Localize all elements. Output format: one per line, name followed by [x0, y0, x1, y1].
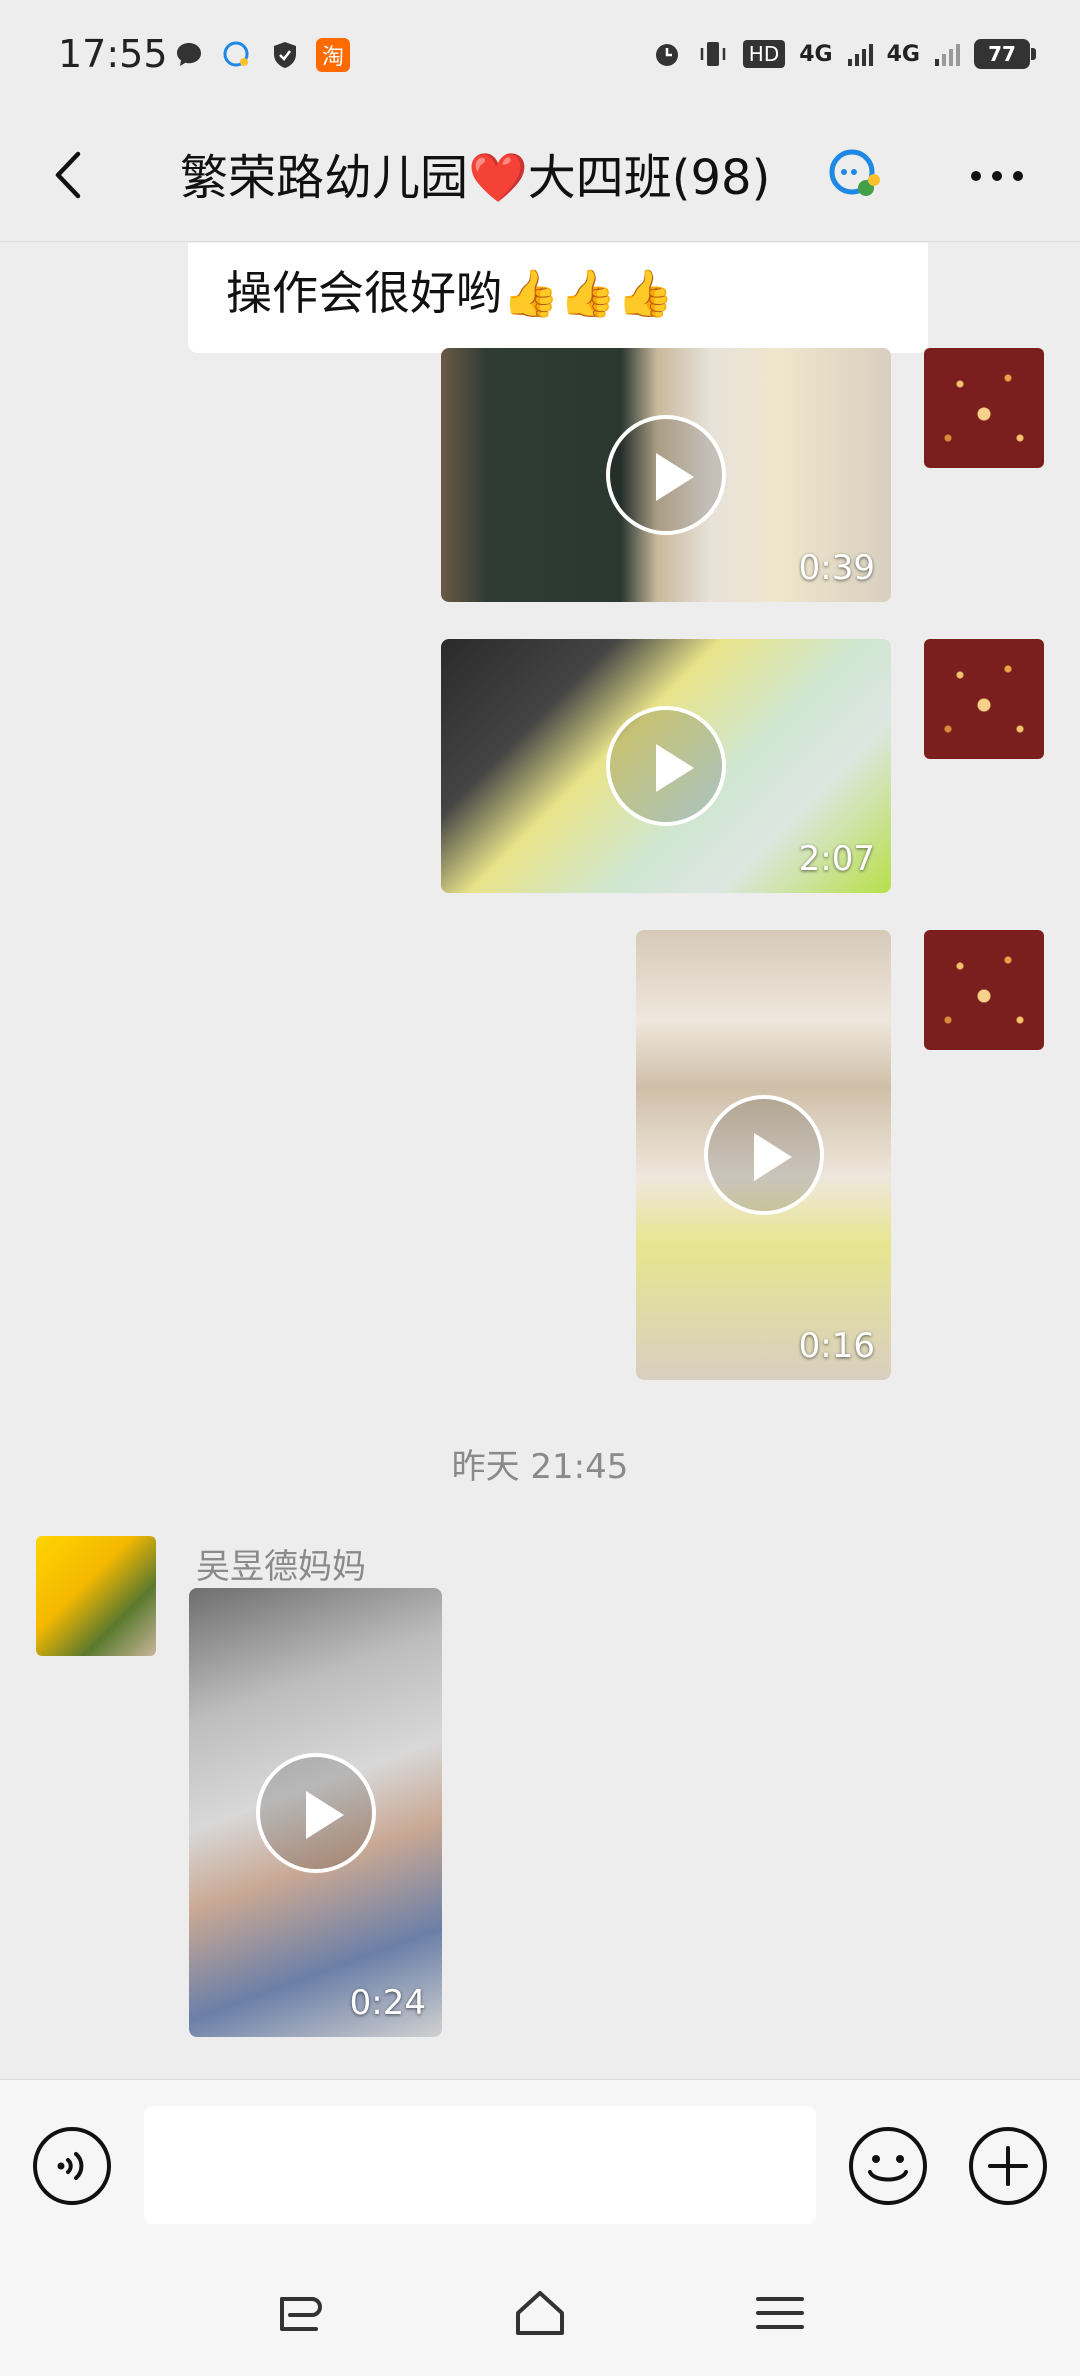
system-home-button[interactable] — [510, 2283, 570, 2343]
signal-icon-2 — [935, 44, 960, 66]
taobao-icon: 淘 — [316, 38, 350, 72]
voice-input-button[interactable] — [30, 2124, 114, 2208]
plus-icon — [969, 2127, 1047, 2205]
system-status-icons: HD 4G 4G 77 — [651, 38, 1036, 70]
message-list[interactable]: 操作会很好哟👍👍👍 0:39 2:07 0:16 昨天 21:45 吴昱德妈妈 … — [0, 243, 1080, 2079]
video-message[interactable]: 0:16 — [636, 930, 891, 1380]
alarm-icon — [655, 44, 678, 66]
text-message-bubble[interactable]: 操作会很好哟👍👍👍 — [188, 243, 928, 353]
avatar[interactable] — [924, 639, 1044, 759]
vibrate-icon — [700, 42, 726, 66]
signal-icon-1 — [847, 44, 873, 66]
hd-badge: HD — [742, 40, 786, 68]
video-message[interactable]: 0:24 — [189, 1588, 442, 2037]
emoji-button[interactable] — [846, 2124, 930, 2208]
video-duration: 0:39 — [798, 548, 875, 588]
back-button[interactable] — [36, 140, 106, 210]
play-icon — [703, 1095, 824, 1215]
more-options-button[interactable] — [962, 146, 1032, 206]
chat-title: 繁荣路幼儿园❤️大四班(98) — [180, 150, 771, 206]
more-dots-icon — [971, 171, 1023, 181]
video-message[interactable]: 0:39 — [441, 348, 891, 602]
video-message[interactable]: 2:07 — [441, 639, 891, 893]
chat-header: 繁荣路幼儿园❤️大四班(98) — [0, 110, 1080, 242]
video-duration: 0:24 — [349, 1983, 426, 2023]
group-chat-icon[interactable] — [822, 142, 886, 206]
network-4g-2: 4G — [886, 41, 920, 67]
play-icon — [606, 415, 726, 535]
video-duration: 0:16 — [798, 1326, 875, 1366]
status-bar: 17:55 淘 HD 4G 4G 77 — [0, 0, 1080, 110]
chat-bubble-icon — [172, 38, 206, 72]
play-icon — [255, 1752, 376, 1873]
message-text: 操作会很好哟👍👍👍 — [226, 266, 674, 320]
input-bar — [0, 2079, 1080, 2251]
notification-icons: 淘 — [172, 38, 350, 72]
network-4g-1: 4G — [799, 41, 833, 67]
video-duration: 2:07 — [798, 839, 875, 879]
play-icon — [606, 706, 726, 826]
system-back-button[interactable] — [270, 2283, 330, 2343]
timestamp-divider: 昨天 21:45 — [451, 1447, 629, 1487]
message-input[interactable] — [144, 2106, 816, 2224]
chevron-left-icon — [55, 151, 81, 199]
shield-icon — [268, 38, 302, 72]
back-arrow-icon — [280, 2297, 322, 2331]
voice-icon — [33, 2127, 111, 2205]
avatar[interactable] — [36, 1536, 156, 1656]
home-icon — [516, 2291, 564, 2335]
sender-name: 吴昱德妈妈 — [196, 1547, 366, 1587]
qq-icon — [220, 38, 254, 72]
avatar[interactable] — [924, 930, 1044, 1050]
status-time: 17:55 — [58, 32, 168, 76]
battery-icon: 77 — [974, 39, 1036, 69]
system-menu-button[interactable] — [750, 2283, 810, 2343]
menu-icon — [756, 2297, 804, 2329]
emoji-icon — [849, 2127, 927, 2205]
more-actions-button[interactable] — [966, 2124, 1050, 2208]
system-navigation-bar — [0, 2251, 1080, 2376]
avatar[interactable] — [924, 348, 1044, 468]
